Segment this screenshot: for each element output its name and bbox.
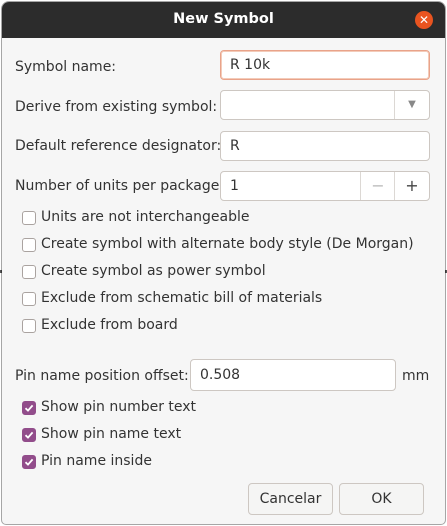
- title-bar: New Symbol ✕: [2, 2, 445, 38]
- increment-button[interactable]: +: [394, 172, 429, 200]
- cancel-button[interactable]: Cancelar: [248, 483, 333, 515]
- derive-combobox[interactable]: ▼: [220, 90, 430, 120]
- pin-offset-label: Pin name position offset:: [15, 368, 189, 384]
- checkbox[interactable]: [22, 238, 36, 252]
- checkbox[interactable]: [22, 319, 36, 333]
- derive-label: Derive from existing symbol:: [15, 99, 218, 115]
- checkbox[interactable]: [22, 211, 36, 225]
- ok-button[interactable]: OK: [339, 483, 424, 515]
- units-value: 1: [230, 178, 239, 194]
- pin-offset-input[interactable]: 0.508: [190, 359, 396, 391]
- check-icon: [24, 458, 34, 466]
- units-per-package-spinner[interactable]: 1 − +: [220, 171, 430, 201]
- dialog-title: New Symbol: [173, 11, 274, 27]
- checkbox-checked[interactable]: [22, 401, 36, 415]
- symbol-name-input[interactable]: R 10k: [220, 50, 430, 80]
- check-icon: [24, 404, 34, 412]
- checkbox[interactable]: [22, 265, 36, 279]
- reference-designator-input[interactable]: R: [220, 131, 430, 161]
- new-symbol-dialog: New Symbol ✕ Symbol name: R 10k Derive f…: [2, 2, 445, 524]
- reference-designator-label: Default reference designator:: [15, 138, 222, 154]
- units-per-package-label: Number of units per package:: [15, 178, 225, 194]
- close-icon[interactable]: ✕: [415, 11, 433, 29]
- pin-offset-unit: mm: [402, 368, 430, 384]
- chevron-down-icon[interactable]: ▼: [394, 91, 429, 119]
- checkbox-checked[interactable]: [22, 455, 36, 469]
- symbol-name-label: Symbol name:: [15, 59, 117, 75]
- decrement-button[interactable]: −: [360, 172, 395, 200]
- checkbox[interactable]: [22, 292, 36, 306]
- check-icon: [24, 431, 34, 439]
- checkbox-checked[interactable]: [22, 428, 36, 442]
